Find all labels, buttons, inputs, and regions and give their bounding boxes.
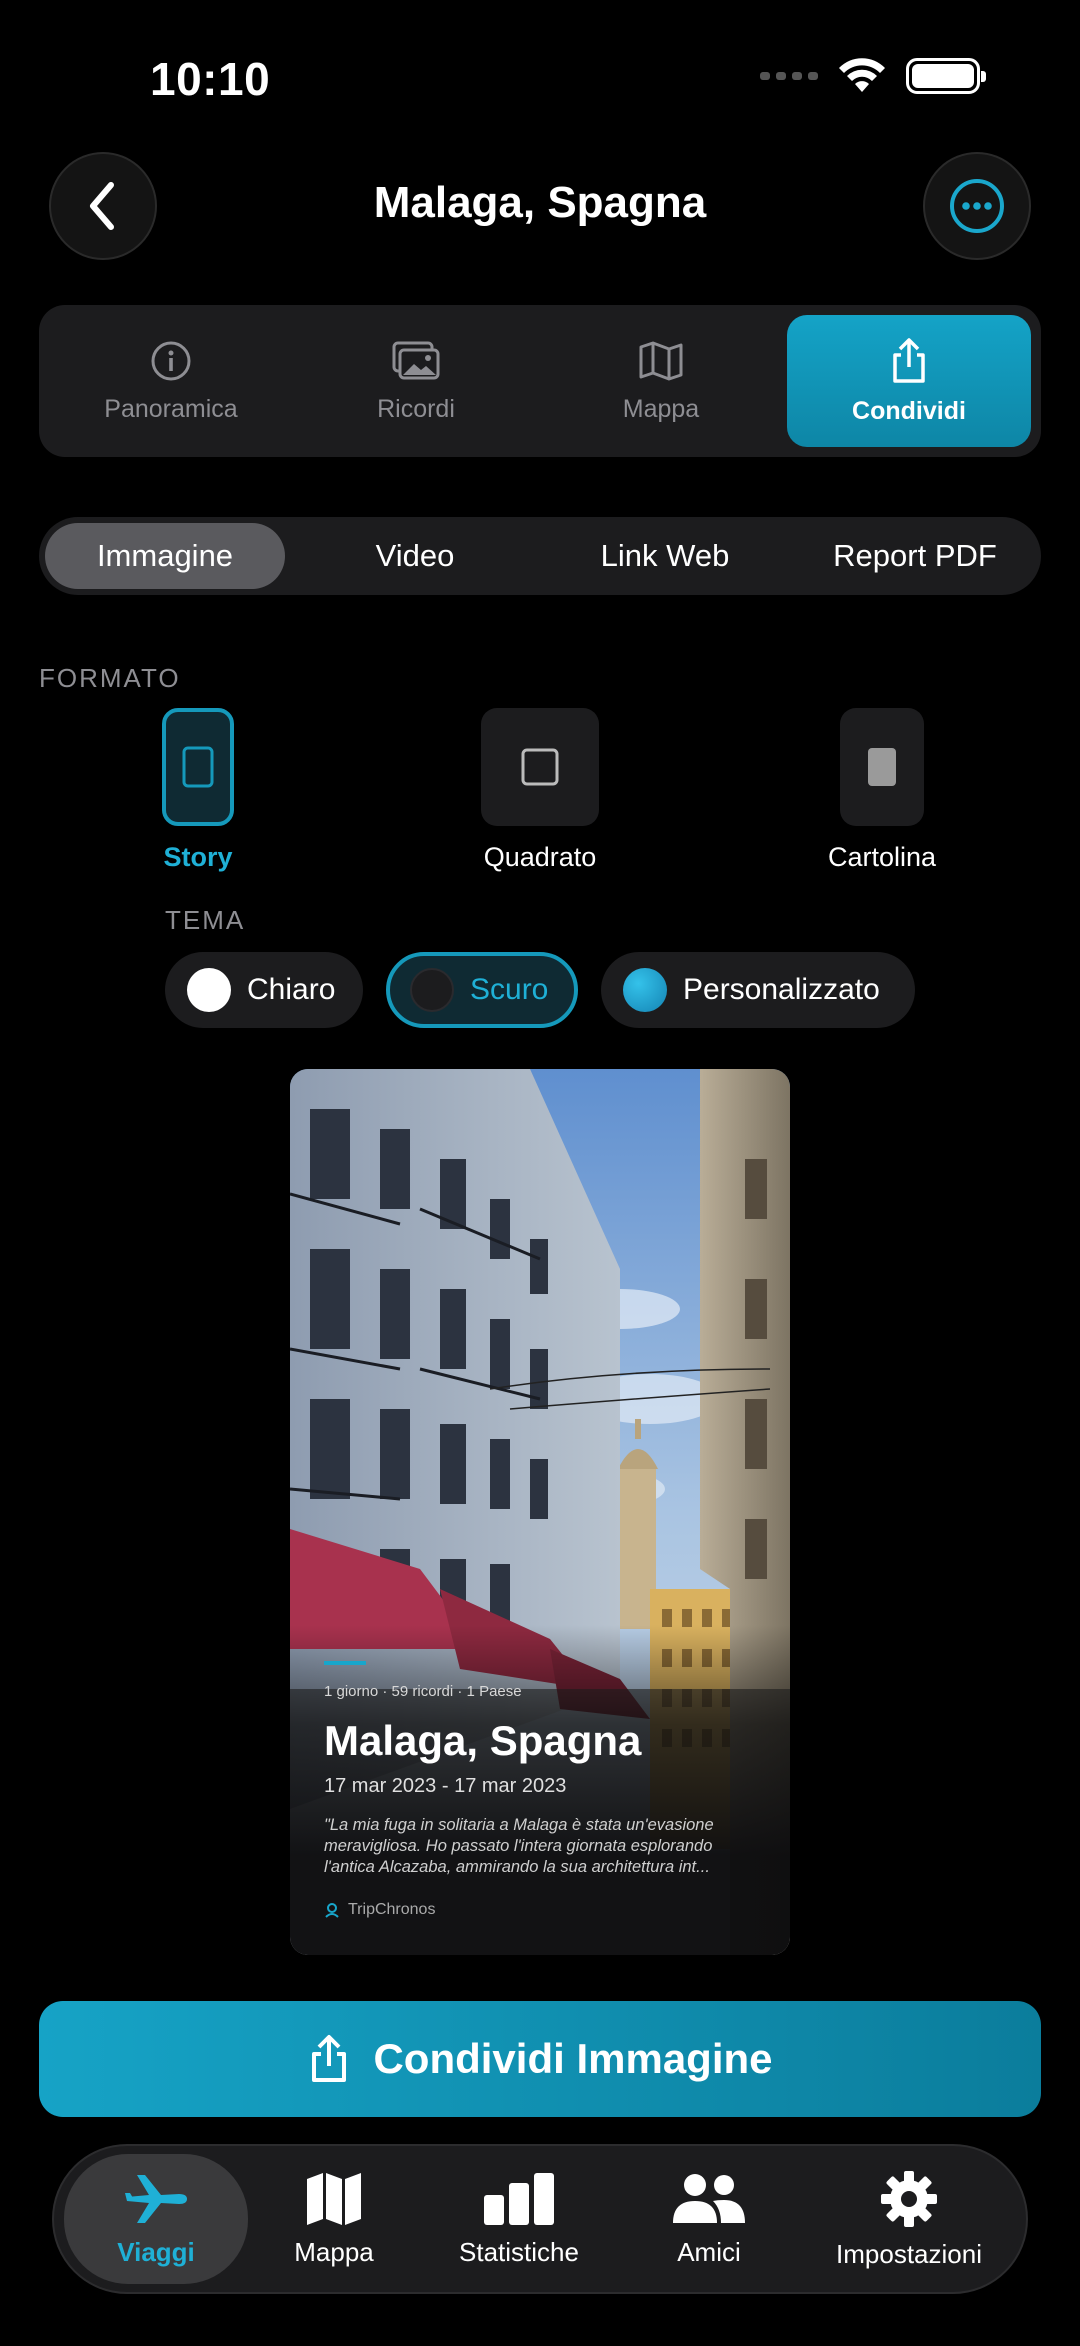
people-icon: [673, 2173, 745, 2223]
status-icons: [760, 58, 986, 94]
signal-icon: [760, 72, 818, 80]
more-button[interactable]: [923, 152, 1031, 260]
story-preview-card[interactable]: 1 giorno · 59 ricordi · 1 Paese Malaga, …: [290, 1069, 790, 1955]
preview-dates: 17 mar 2023 - 17 mar 2023: [324, 1775, 567, 1797]
postcard-format-icon: [868, 748, 896, 786]
tab-statistiche[interactable]: Statistiche: [424, 2146, 614, 2292]
theme-swatch: [410, 968, 454, 1012]
format-section-label: FORMATO: [39, 663, 181, 693]
theme-personalizzato-option[interactable]: Personalizzato: [601, 952, 915, 1028]
map-icon: [639, 341, 683, 380]
theme-label: Personalizzato: [683, 973, 880, 1006]
preview-quote: "La mia fuga in solitaria a Malaga è sta…: [324, 1816, 714, 1876]
theme-scuro-option[interactable]: Scuro: [386, 952, 578, 1028]
theme-swatch: [623, 968, 667, 1012]
share-image-label: Condividi Immagine: [373, 2035, 773, 2082]
theme-label: Chiaro: [247, 973, 336, 1006]
tab-mappa[interactable]: Mappa: [539, 315, 783, 447]
share-icon: [893, 337, 925, 383]
ellipsis-circle-icon: [950, 179, 1004, 233]
segment-report-pdf[interactable]: Report PDF: [795, 523, 1035, 589]
tab-impostazioni[interactable]: Impostazioni: [804, 2146, 1014, 2292]
page-title: Malaga, Spagna: [373, 178, 707, 227]
tab-label: Amici: [677, 2236, 741, 2267]
tab-amici[interactable]: Amici: [634, 2146, 784, 2292]
theme-label: Scuro: [470, 973, 549, 1006]
tab-label: Ricordi: [377, 394, 455, 423]
tab-label: Panoramica: [104, 394, 238, 423]
share-image-button[interactable]: Condividi Immagine: [39, 2001, 1041, 2117]
brand-name: TripChronos: [348, 1901, 436, 1918]
tab-label: Condividi: [852, 396, 966, 425]
map-icon: [307, 2172, 361, 2225]
tab-mappa-bottom[interactable]: Mappa: [259, 2146, 409, 2292]
brand-logo-icon: [325, 1903, 339, 1918]
segment-link-web[interactable]: Link Web: [545, 523, 785, 589]
section-tabs: Panoramica Ricordi Mappa Condividi: [39, 305, 1041, 457]
preview-accent-line: [324, 1661, 366, 1665]
preview-title: Malaga, Spagna: [324, 1717, 642, 1764]
tab-viaggi[interactable]: Viaggi: [64, 2154, 248, 2284]
tab-label: Impostazioni: [836, 2238, 982, 2269]
format-cartolina-label: Cartolina: [827, 842, 937, 872]
tab-label: Statistiche: [459, 2236, 579, 2267]
chart-icon: [484, 2172, 554, 2225]
format-quadrato-option[interactable]: [481, 708, 599, 826]
format-story-option[interactable]: [162, 708, 234, 826]
segment-video[interactable]: Video: [295, 523, 535, 589]
story-format-icon: [182, 746, 214, 788]
tab-label: Viaggi: [117, 2236, 195, 2267]
preview-meta: 1 giorno · 59 ricordi · 1 Paese: [324, 1683, 522, 1700]
format-story-label: Story: [163, 842, 233, 872]
format-cartolina-option[interactable]: [840, 708, 924, 826]
bottom-tab-bar: Viaggi Mappa Statistiche Amici Impostazi…: [52, 2144, 1028, 2294]
battery-icon: [906, 58, 986, 94]
format-quadrato-label: Quadrato: [483, 842, 597, 872]
preview-brand: TripChronos: [324, 1901, 435, 1919]
square-format-icon: [521, 748, 559, 786]
theme-section-label: TEMA: [165, 905, 246, 935]
tab-label: Mappa: [622, 394, 700, 423]
segment-immagine[interactable]: Immagine: [45, 523, 285, 589]
theme-swatch: [187, 968, 231, 1012]
theme-chiaro-option[interactable]: Chiaro: [165, 952, 363, 1028]
status-time: 10:10: [150, 53, 271, 105]
tab-condividi[interactable]: Condividi: [787, 315, 1031, 447]
wifi-icon: [839, 58, 885, 92]
gear-icon: [881, 2170, 937, 2227]
share-type-segmented: Immagine Video Link Web Report PDF: [39, 517, 1041, 595]
tab-label: Mappa: [294, 2236, 374, 2267]
share-icon: [312, 2035, 347, 2082]
tab-panoramica[interactable]: Panoramica: [49, 315, 293, 447]
info-icon: [151, 341, 191, 380]
tab-ricordi[interactable]: Ricordi: [294, 315, 538, 447]
photos-icon: [392, 341, 440, 379]
airplane-icon: [125, 2174, 187, 2223]
